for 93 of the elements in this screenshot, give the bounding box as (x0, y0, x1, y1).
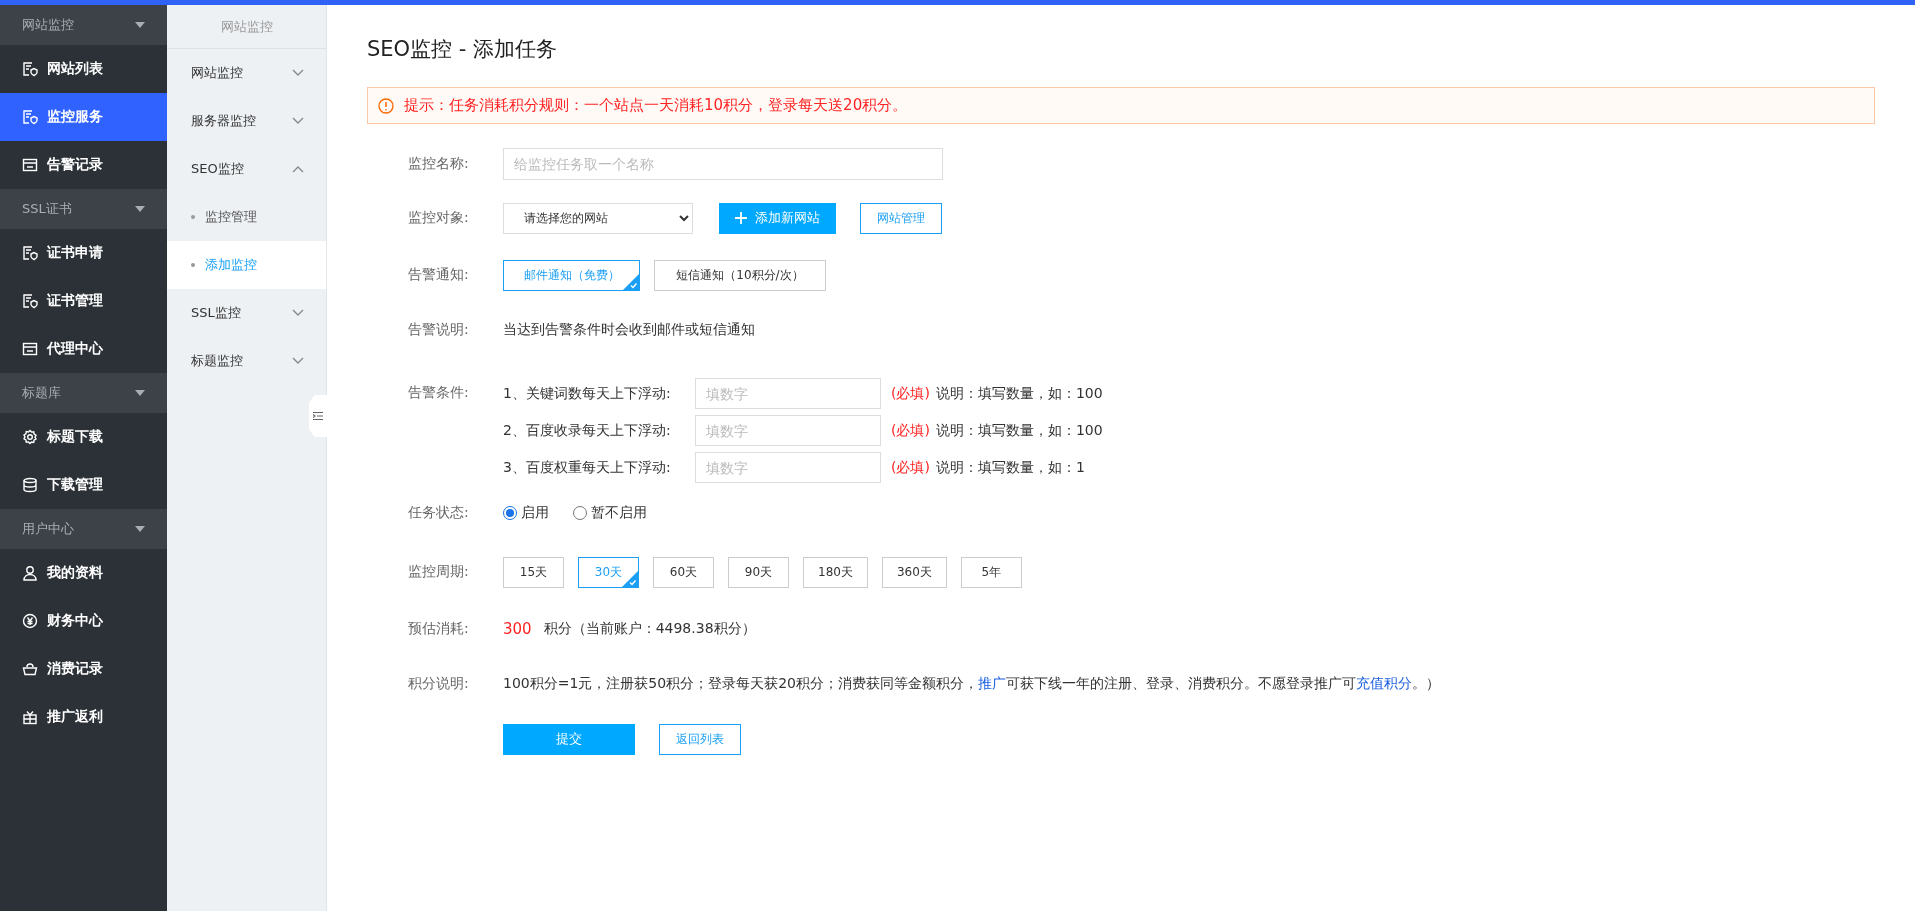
condition-note: 说明：填写数量，如：1 (935, 458, 1085, 477)
yen-coin-icon (22, 613, 38, 629)
field-label: 告警说明: (408, 321, 470, 339)
submenu-item[interactable]: SEO监控 (167, 145, 326, 193)
description-text: 当达到告警条件时会收到邮件或短信通知 (503, 321, 755, 339)
sidebar-item-label: 标题下载 (47, 428, 103, 446)
sidebar-group-header[interactable]: 标题库 (0, 373, 167, 413)
notify-option[interactable]: 短信通知（10积分/次） (654, 259, 826, 291)
page-title: SEO监控 - 添加任务 (367, 36, 559, 63)
basket-icon (22, 661, 38, 677)
sidebar-item[interactable]: 消费记录 (0, 645, 167, 693)
cost-text: 积分（当前账户：4498.38积分） (543, 620, 756, 638)
submenu-item[interactable]: 服务器监控 (167, 97, 326, 145)
sidebar-item[interactable]: 证书申请 (0, 229, 167, 277)
required-text: (必填) (891, 458, 930, 477)
sidebar-item-label: 网站列表 (47, 60, 103, 78)
link[interactable]: 推广 (978, 675, 1006, 691)
field-label: 告警条件: (408, 383, 470, 402)
status-radio[interactable]: 启用 (503, 504, 549, 522)
sidebar-item[interactable]: 监控服务 (0, 93, 167, 141)
sidebar-item-label: 代理中心 (47, 340, 103, 358)
submenu-item[interactable]: SSL监控 (167, 289, 326, 337)
sidebar-item-label: 证书管理 (47, 292, 103, 310)
condition-label: 1、关键词数每天上下浮动: (503, 384, 672, 403)
gear-icon (22, 429, 38, 445)
sidebar-item[interactable]: 标题下载 (0, 413, 167, 461)
number-input[interactable]: 填数字 (695, 452, 881, 483)
sidebar-item[interactable]: 告警记录 (0, 141, 167, 189)
sidebar-item[interactable]: 财务中心 (0, 597, 167, 645)
number-input[interactable]: 填数字 (695, 415, 881, 446)
period-option[interactable]: 60天 (653, 556, 714, 588)
points-description: 100积分=1元，注册获50积分；登录每天获20积分；消费获同等金额积分，推广可获下线一年的注册、登录、消费积分。不愿登录推广可充值积分。） (503, 675, 1440, 693)
sidebar-item-label: 监控服务 (47, 108, 103, 126)
period-option[interactable]: 5年 (960, 556, 1022, 588)
link[interactable]: 充值积分 (1356, 675, 1412, 691)
field-label: 监控对象: (408, 209, 470, 227)
period-option[interactable]: 360天 (881, 556, 947, 588)
sidebar-item-label: 下载管理 (47, 476, 103, 494)
plus-icon (735, 212, 747, 224)
sidebar-item[interactable]: 我的资料 (0, 549, 167, 597)
field-label: 告警通知: (408, 266, 470, 284)
user-icon (22, 565, 38, 581)
sidebar-item[interactable]: 代理中心 (0, 325, 167, 373)
sidebar-group-header[interactable]: 用户中心 (0, 509, 167, 549)
gift-icon (22, 709, 38, 725)
sidebar-item-label: 财务中心 (47, 612, 103, 630)
sidebar-group-header[interactable]: 网站监控 (0, 5, 167, 45)
sidebar-item[interactable]: 下载管理 (0, 461, 167, 509)
condition-note: 说明：填写数量，如：100 (935, 384, 1103, 403)
field-label: 任务状态: (408, 504, 470, 522)
check-corner-icon (622, 570, 638, 587)
panel-icon (22, 341, 38, 357)
submenu-item[interactable]: 网站监控 (167, 49, 326, 97)
document-shield-icon (22, 245, 38, 261)
submenu-child-item[interactable]: 监控管理 (167, 193, 326, 241)
sidebar-item-label: 证书申请 (47, 244, 103, 262)
document-shield-icon (22, 61, 38, 77)
sidebar-group-header[interactable]: SSL证书 (0, 189, 167, 229)
field-label: 积分说明: (408, 675, 470, 693)
cost-amount: 300 (503, 620, 532, 638)
period-option[interactable]: 90天 (728, 556, 789, 588)
condition-label: 2、百度收录每天上下浮动: (503, 421, 672, 440)
sidebar-item-label: 推广返利 (47, 708, 103, 726)
collapse-handle[interactable] (309, 395, 327, 437)
sidebar-item[interactable]: 推广返利 (0, 693, 167, 741)
field-label: 监控名称: (408, 155, 470, 173)
panel-icon (22, 157, 38, 173)
sidebar-item[interactable]: 证书管理 (0, 277, 167, 325)
number-input[interactable]: 填数字 (695, 378, 881, 409)
status-radio[interactable]: 暂不启用 (573, 504, 647, 522)
document-shield-icon (22, 109, 38, 125)
database-icon (22, 477, 38, 493)
submenu-item[interactable]: 标题监控 (167, 337, 326, 385)
notice-text: 提示：任务消耗积分规则：一个站点一天消耗10积分，登录每天送20积分。 (404, 96, 908, 115)
sidebar-item-label: 告警记录 (47, 156, 103, 174)
required-text: (必填) (891, 384, 930, 403)
condition-note: 说明：填写数量，如：100 (935, 421, 1103, 440)
period-option[interactable]: 15天 (503, 556, 564, 588)
name-input[interactable]: 给监控任务取一个名称 (503, 148, 943, 180)
period-option[interactable]: 180天 (803, 556, 868, 588)
warning-icon (378, 97, 394, 114)
check-corner-icon (623, 273, 639, 290)
field-label: 预估消耗: (408, 620, 470, 638)
field-label: 监控周期: (408, 563, 470, 581)
website-select[interactable]: 请选择您的网站 (503, 202, 693, 234)
document-shield-icon (22, 293, 38, 309)
sidebar-item-label: 我的资料 (47, 564, 103, 582)
sidebar-item[interactable]: 网站列表 (0, 45, 167, 93)
sidebar-item-label: 消费记录 (47, 660, 103, 678)
required-text: (必填) (891, 421, 930, 440)
menu-icon (313, 411, 323, 421)
condition-label: 3、百度权重每天上下浮动: (503, 458, 672, 477)
submenu-title: 网站监控 (167, 5, 326, 49)
